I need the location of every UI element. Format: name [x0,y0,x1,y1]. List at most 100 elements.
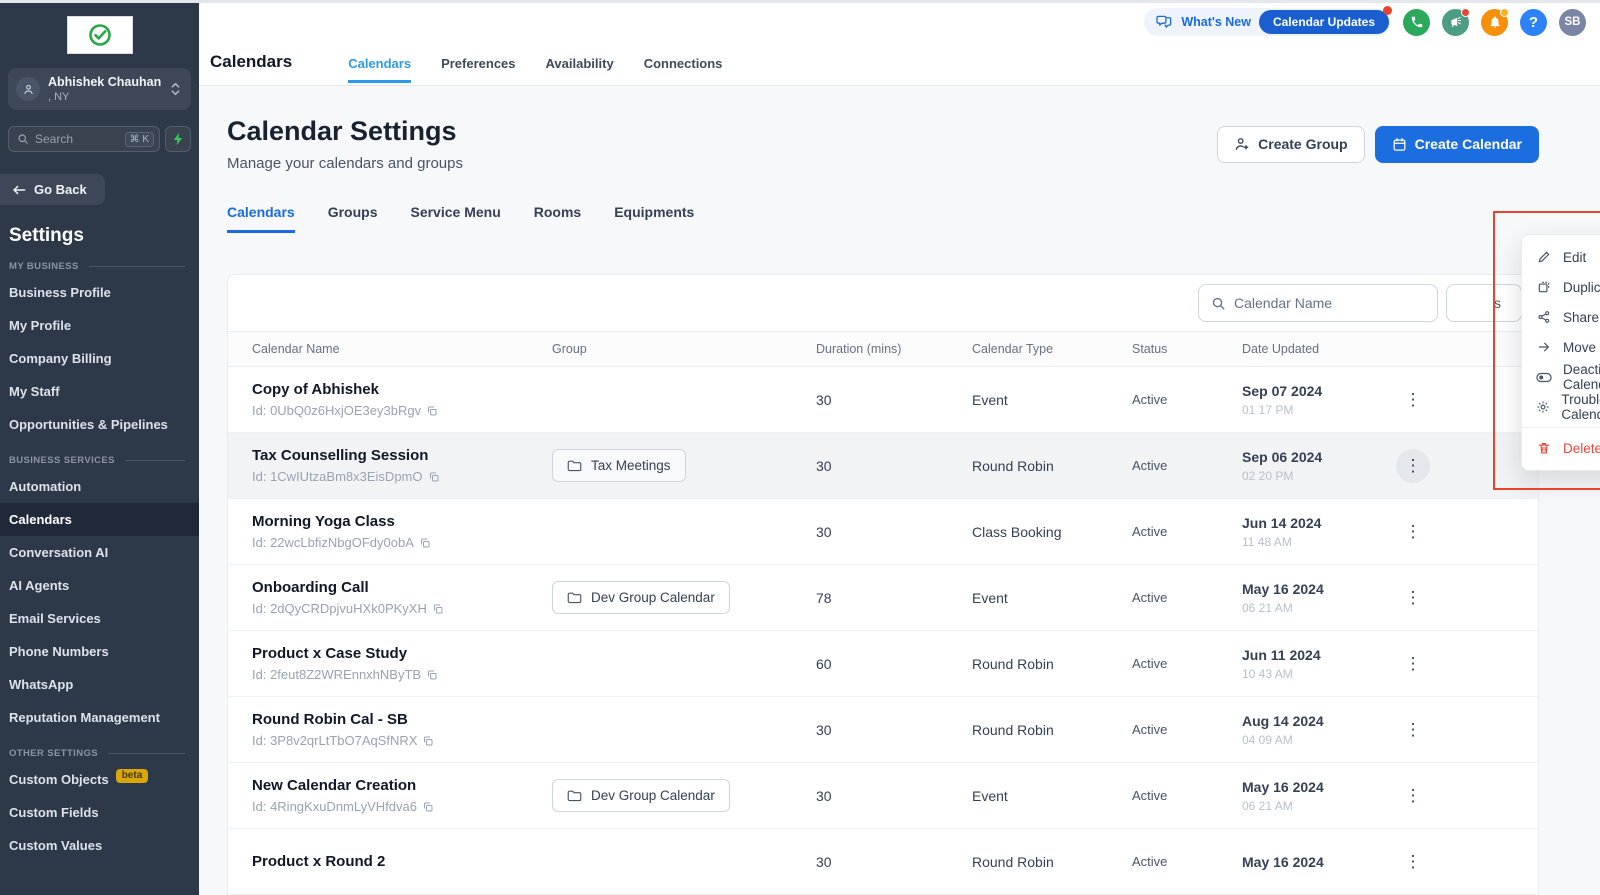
whats-new-pill[interactable]: What's New Calendar Updates [1144,8,1391,36]
nav-tab-availability[interactable]: Availability [546,56,614,83]
sidebar-item-custom-values[interactable]: Custom Values [0,829,199,862]
col-status: Status [1132,342,1242,356]
window-top-edge [0,0,1600,3]
calendar-id: Id: 22wcLbfizNbgOFdy0obA [252,535,414,550]
sidebar-item-opportunities-pipelines[interactable]: Opportunities & Pipelines [0,408,199,441]
copy-icon[interactable] [419,537,431,549]
go-back-button[interactable]: Go Back [0,174,105,205]
copy-icon[interactable] [422,801,434,813]
sidebar-item-my-profile[interactable]: My Profile [0,309,199,342]
menu-item-move-to-group[interactable]: Move to Group [1522,332,1600,362]
sidebar-item-calendars[interactable]: Calendars [0,503,199,536]
copy-icon[interactable] [422,735,434,747]
group-chip[interactable]: Dev Group Calendar [552,581,730,614]
time-updated: 10 43 AM [1242,667,1402,681]
row-actions-button[interactable]: ⋮ [1396,713,1430,747]
table-row: Morning Yoga Class Id: 22wcLbfizNbgOFdy0… [228,499,1538,565]
tab-service-menu[interactable]: Service Menu [410,204,500,233]
sidebar-item-conversation-ai[interactable]: Conversation AI [0,536,199,569]
table-row: Onboarding Call Id: 2dQyCRDpjvuHXk0PKyXH… [228,565,1538,631]
calendar-type-value: Round Robin [972,722,1132,738]
sidebar-search[interactable]: ⌘ K [8,126,160,152]
row-actions-button[interactable]: ⋮ [1396,383,1430,417]
chat-bubbles-icon [1156,15,1173,30]
help-button[interactable]: ? [1520,9,1547,36]
share-icon [1536,310,1552,324]
copy-icon[interactable] [428,471,440,483]
calendar-tabs: Calendars Groups Service Menu Rooms Equi… [227,204,1600,233]
time-updated: 11 48 AM [1242,535,1402,549]
table-header: Calendar Name Group Duration (mins) Cale… [228,331,1538,367]
sidebar-item-custom-objects[interactable]: Custom Objects beta [0,763,199,796]
menu-item-deactivate-calendar[interactable]: Deactivate Calendar [1522,362,1600,392]
duration-value: 30 [816,458,972,474]
phone-button[interactable] [1403,9,1430,36]
sidebar-item-email-services[interactable]: Email Services [0,602,199,635]
group-chip[interactable]: Tax Meetings [552,449,686,482]
sidebar-item-business-profile[interactable]: Business Profile [0,276,199,309]
create-calendar-button[interactable]: Create Calendar [1375,126,1539,163]
search-icon [1211,296,1226,311]
status-value: Active [1132,656,1242,671]
sidebar-search-input[interactable] [35,132,117,146]
calendar-updates-button[interactable]: Calendar Updates [1259,10,1389,34]
menu-item-edit[interactable]: Edit [1522,242,1600,272]
quick-actions-button[interactable] [165,126,191,152]
create-group-button[interactable]: Create Group [1217,126,1364,163]
tab-calendars[interactable]: Calendars [227,204,295,233]
sidebar-item-phone-numbers[interactable]: Phone Numbers [0,635,199,668]
row-actions-menu: Edit Duplicate Share Move to Group Deact… [1521,234,1600,471]
sidebar-item-ai-agents[interactable]: AI Agents [0,569,199,602]
calendar-type-value: Event [972,788,1132,804]
tab-equipments[interactable]: Equipments [614,204,694,233]
sidebar-item-whatsapp[interactable]: WhatsApp [0,668,199,701]
duration-value: 78 [816,590,972,606]
copy-icon[interactable] [426,669,438,681]
table-row-selected: Tax Counselling Session Id: 1CwIUtzaBm8x… [228,433,1538,499]
sidebar-item-automation[interactable]: Automation [0,470,199,503]
duration-value: 30 [816,392,972,408]
row-actions-button-open[interactable]: ⋮ [1396,449,1430,483]
copy-icon[interactable] [432,603,444,615]
location-switcher[interactable]: Abhishek Chauhan , NY [8,68,191,110]
nav-tab-preferences[interactable]: Preferences [441,56,515,83]
copy-icon[interactable] [426,405,438,417]
bell-icon [1488,15,1502,29]
calendar-name-search[interactable] [1198,284,1438,322]
sidebar-item-reputation-management[interactable]: Reputation Management [0,701,199,734]
col-date-updated: Date Updated [1242,342,1402,356]
menu-item-duplicate[interactable]: Duplicate [1522,272,1600,302]
sidebar-item-my-staff[interactable]: My Staff [0,375,199,408]
menu-divider [1522,427,1600,428]
tab-groups[interactable]: Groups [328,204,378,233]
calendar-type-value: Event [972,392,1132,408]
sidebar-item-company-billing[interactable]: Company Billing [0,342,199,375]
nav-tab-calendars[interactable]: Calendars [348,56,411,83]
sidebar: Abhishek Chauhan , NY ⌘ K [0,0,199,895]
notifications-button[interactable] [1481,9,1508,36]
row-actions-button[interactable]: ⋮ [1396,845,1430,879]
menu-item-share[interactable]: Share [1522,302,1600,332]
page-title: Calendar Settings [227,116,463,147]
row-actions-button[interactable]: ⋮ [1396,647,1430,681]
calendar-type-value: Event [972,590,1132,606]
row-actions-button[interactable]: ⋮ [1396,779,1430,813]
row-actions-button[interactable]: ⋮ [1396,515,1430,549]
partially-hidden-button[interactable]: s [1446,284,1522,322]
whats-new-label: What's New [1181,15,1251,29]
profile-avatar[interactable]: SB [1559,9,1586,36]
menu-item-delete-calendar[interactable]: Delete Calendar [1522,433,1600,463]
check-circle-icon [87,22,113,48]
nav-tab-connections[interactable]: Connections [644,56,723,83]
group-chip[interactable]: Dev Group Calendar [552,779,730,812]
announcements-button[interactable] [1442,9,1469,36]
tab-rooms[interactable]: Rooms [534,204,581,233]
arrow-right-icon [1536,340,1552,354]
calendar-name-search-input[interactable] [1234,295,1414,311]
folder-icon [567,789,582,802]
beta-badge: beta [116,769,149,783]
menu-item-troubleshoot-calendar[interactable]: Troubleshoot Calendar [1522,392,1600,422]
row-actions-button[interactable]: ⋮ [1396,581,1430,615]
sidebar-item-custom-fields[interactable]: Custom Fields [0,796,199,829]
megaphone-icon [1449,15,1463,29]
